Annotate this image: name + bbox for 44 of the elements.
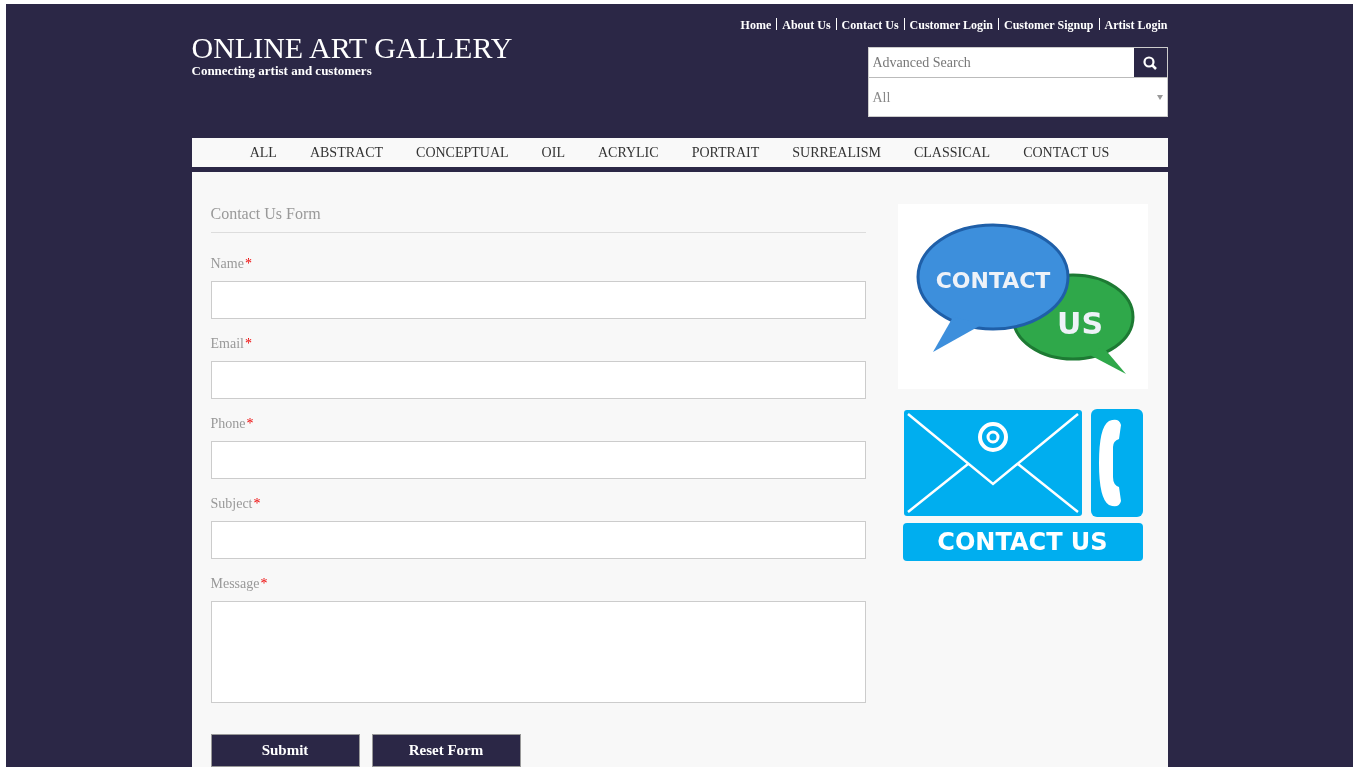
form-button[interactable]: Reset Form — [371, 734, 521, 767]
top-link[interactable]: Home — [740, 16, 772, 34]
site-tagline: Connecting artist and customers — [191, 64, 373, 78]
category-select[interactable]: All — [868, 78, 1167, 116]
nav-link[interactable]: CONCEPTUAL — [416, 142, 509, 164]
input-field[interactable] — [210, 441, 866, 479]
input-field[interactable] — [210, 361, 866, 399]
required-mark: * — [260, 575, 268, 593]
nav-link[interactable]: CONTACT US — [1023, 142, 1110, 164]
field-label: Subject — [210, 495, 253, 513]
message-field[interactable] — [210, 601, 866, 703]
site-title: ONLINE ART GALLERY — [191, 32, 513, 64]
required-mark: * — [246, 415, 254, 433]
input-field[interactable] — [210, 521, 866, 559]
required-mark: * — [244, 335, 252, 353]
form-title: Contact Us Form — [210, 204, 322, 224]
nav-link[interactable]: ALL — [249, 142, 277, 164]
top-link[interactable]: Customer Signup — [1004, 16, 1094, 34]
bubble-text: CONTACT — [935, 267, 1050, 293]
required-mark: * — [253, 495, 261, 513]
top-link[interactable]: Customer Login — [909, 16, 994, 34]
field-label: Phone — [210, 415, 246, 433]
field-label: Name — [210, 255, 244, 273]
input-field[interactable] — [210, 281, 866, 319]
nav-link[interactable]: PORTRAIT — [691, 142, 760, 164]
form-button[interactable]: Submit — [210, 734, 360, 767]
dropdown-caret-icon — [1156, 94, 1163, 100]
search-field[interactable]: Advanced Search — [868, 48, 1134, 77]
nav-link[interactable]: OIL — [541, 142, 565, 164]
nav-link[interactable]: ABSTRACT — [309, 142, 384, 164]
top-link[interactable]: Contact Us — [841, 16, 899, 34]
contact-us-banner: CONTACT US — [902, 523, 1143, 561]
phone-icon — [1090, 409, 1143, 517]
search-icon — [1143, 55, 1157, 70]
required-mark: * — [244, 255, 252, 273]
top-link[interactable]: Artist Login — [1104, 16, 1168, 34]
field-label: Email — [210, 335, 244, 353]
nav-link[interactable]: ACRYLIC — [597, 142, 659, 164]
field-label: Message — [210, 575, 260, 593]
nav-link[interactable]: CLASSICAL — [913, 142, 991, 164]
bubble-text: US — [1056, 305, 1103, 341]
envelope-at-icon — [902, 409, 1083, 517]
nav-link[interactable]: SURREALISM — [792, 142, 881, 164]
top-link[interactable]: About Us — [782, 16, 831, 34]
